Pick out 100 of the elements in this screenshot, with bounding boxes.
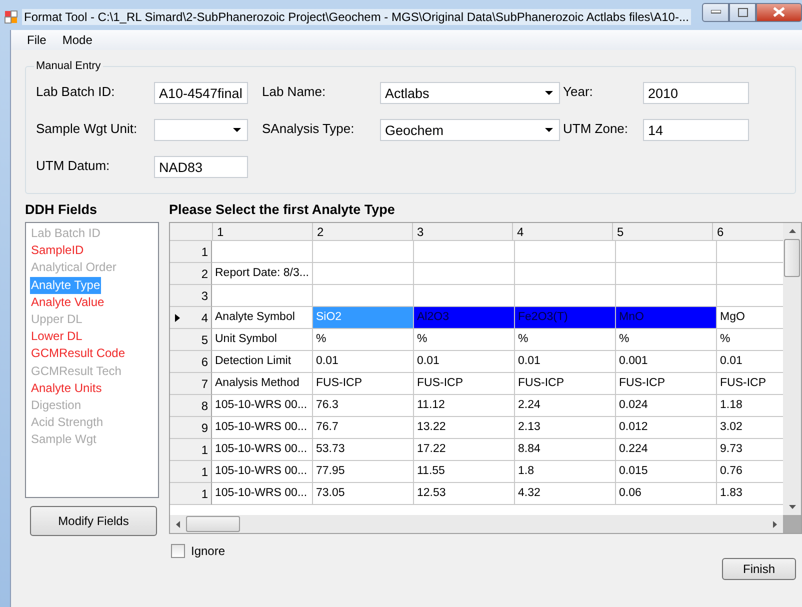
scroll-thumb[interactable] bbox=[186, 516, 240, 532]
column-header[interactable]: 6 bbox=[713, 223, 783, 241]
table-cell[interactable]: 105-10-WRS 00... bbox=[212, 417, 313, 439]
table-cell[interactable]: Unit Symbol bbox=[212, 329, 313, 351]
table-cell[interactable]: 0.024 bbox=[616, 395, 717, 417]
text-field[interactable]: 2010 bbox=[643, 82, 749, 104]
table-cell[interactable] bbox=[212, 241, 313, 263]
table-cell[interactable]: 77.95 bbox=[313, 461, 414, 483]
row-header[interactable]: 1 bbox=[170, 483, 212, 505]
row-header[interactable]: 1 bbox=[170, 439, 212, 461]
table-cell[interactable]: Analyte Symbol bbox=[212, 307, 313, 329]
table-cell[interactable]: % bbox=[313, 329, 414, 351]
menu-item[interactable]: File bbox=[21, 31, 52, 49]
table-cell[interactable]: 0.015 bbox=[616, 461, 717, 483]
table-cell[interactable] bbox=[313, 263, 414, 285]
table-cell[interactable]: 11.12 bbox=[414, 395, 515, 417]
table-cell[interactable]: 0.01 bbox=[414, 351, 515, 373]
table-cell[interactable]: % bbox=[616, 329, 717, 351]
dropdown-field[interactable] bbox=[154, 119, 248, 141]
table-cell[interactable]: 76.7 bbox=[313, 417, 414, 439]
dropdown-field[interactable]: Geochem bbox=[380, 119, 560, 141]
table-cell[interactable]: 13.22 bbox=[414, 417, 515, 439]
row-header[interactable]: 7 bbox=[170, 373, 212, 395]
column-header[interactable]: 1 bbox=[213, 223, 313, 241]
table-cell[interactable]: 53.73 bbox=[313, 439, 414, 461]
list-item[interactable]: SampleID bbox=[30, 242, 85, 260]
table-cell[interactable]: 8.84 bbox=[515, 439, 616, 461]
text-field[interactable]: NAD83 bbox=[154, 156, 248, 178]
table-cell[interactable]: 0.224 bbox=[616, 439, 717, 461]
menu-item[interactable]: Mode bbox=[56, 31, 98, 49]
table-cell[interactable] bbox=[515, 241, 616, 263]
minimize-button[interactable] bbox=[702, 2, 729, 22]
list-item[interactable]: Analyte Value bbox=[30, 294, 106, 311]
list-item[interactable]: GCMResult Code bbox=[30, 345, 126, 362]
table-cell[interactable]: 4.32 bbox=[515, 483, 616, 505]
row-header[interactable]: 1 bbox=[170, 461, 212, 483]
table-cell[interactable]: Report Date: 8/3... bbox=[212, 263, 313, 285]
scroll-up-icon[interactable] bbox=[788, 229, 796, 233]
list-item[interactable]: Analyte Units bbox=[30, 380, 103, 397]
table-cell[interactable]: 76.3 bbox=[313, 395, 414, 417]
table-cell[interactable] bbox=[313, 285, 414, 307]
vertical-scrollbar[interactable] bbox=[783, 223, 801, 515]
list-item[interactable]: Lower DL bbox=[30, 328, 84, 346]
dropdown-field[interactable]: Actlabs bbox=[380, 82, 560, 104]
row-header[interactable]: 4 bbox=[170, 307, 212, 329]
row-header[interactable]: 2 bbox=[170, 263, 212, 285]
column-header[interactable]: 4 bbox=[513, 223, 613, 241]
table-cell[interactable]: FUS-ICP bbox=[616, 373, 717, 395]
column-header[interactable]: 3 bbox=[413, 223, 513, 241]
maximize-button[interactable] bbox=[729, 2, 756, 22]
table-cell[interactable]: 2.13 bbox=[515, 417, 616, 439]
table-cell[interactable]: 105-10-WRS 00... bbox=[212, 461, 313, 483]
table-cell[interactable]: Detection Limit bbox=[212, 351, 313, 373]
table-cell[interactable]: 0.012 bbox=[616, 417, 717, 439]
table-cell[interactable] bbox=[414, 241, 515, 263]
table-cell[interactable]: 0.01 bbox=[313, 351, 414, 373]
table-cell[interactable]: Analysis Method bbox=[212, 373, 313, 395]
ignore-checkbox[interactable] bbox=[171, 544, 185, 558]
scroll-down-icon[interactable] bbox=[788, 505, 796, 509]
row-header[interactable]: 6 bbox=[170, 351, 212, 373]
table-cell[interactable] bbox=[515, 263, 616, 285]
table-cell[interactable] bbox=[212, 285, 313, 307]
table-cell[interactable]: FUS-ICP bbox=[313, 373, 414, 395]
row-header[interactable]: 8 bbox=[170, 395, 212, 417]
table-cell[interactable] bbox=[313, 241, 414, 263]
table-cell[interactable] bbox=[414, 263, 515, 285]
scroll-thumb[interactable] bbox=[784, 239, 800, 277]
row-header[interactable]: 5 bbox=[170, 329, 212, 351]
table-cell[interactable]: % bbox=[414, 329, 515, 351]
row-header[interactable]: 1 bbox=[170, 241, 212, 263]
table-cell[interactable]: FUS-ICP bbox=[414, 373, 515, 395]
row-header[interactable]: 3 bbox=[170, 285, 212, 307]
table-cell[interactable]: 11.55 bbox=[414, 461, 515, 483]
table-cell[interactable] bbox=[616, 263, 717, 285]
scroll-left-icon[interactable] bbox=[176, 520, 180, 528]
table-cell[interactable]: 12.53 bbox=[414, 483, 515, 505]
horizontal-scrollbar[interactable] bbox=[170, 515, 783, 533]
table-cell[interactable]: 2.24 bbox=[515, 395, 616, 417]
table-cell[interactable] bbox=[616, 285, 717, 307]
finish-button[interactable]: Finish bbox=[722, 558, 796, 580]
table-cell[interactable]: 105-10-WRS 00... bbox=[212, 439, 313, 461]
column-header[interactable]: 5 bbox=[613, 223, 713, 241]
header-corner[interactable] bbox=[170, 223, 213, 241]
column-header[interactable]: 2 bbox=[313, 223, 413, 241]
table-cell[interactable]: 73.05 bbox=[313, 483, 414, 505]
table-cell[interactable] bbox=[414, 285, 515, 307]
table-cell[interactable]: 105-10-WRS 00... bbox=[212, 395, 313, 417]
table-cell[interactable] bbox=[515, 285, 616, 307]
table-cell[interactable]: 0.01 bbox=[515, 351, 616, 373]
table-cell[interactable]: 1.8 bbox=[515, 461, 616, 483]
table-cell[interactable] bbox=[616, 241, 717, 263]
table-cell[interactable]: 105-10-WRS 00... bbox=[212, 483, 313, 505]
modify-fields-button[interactable]: Modify Fields bbox=[30, 506, 157, 536]
row-header[interactable]: 9 bbox=[170, 417, 212, 439]
close-button[interactable] bbox=[756, 2, 802, 22]
text-field[interactable]: A10-4547final bbox=[154, 82, 248, 104]
table-cell[interactable]: 0.001 bbox=[616, 351, 717, 373]
table-cell[interactable]: 17.22 bbox=[414, 439, 515, 461]
table-cell[interactable]: 0.06 bbox=[616, 483, 717, 505]
scroll-right-icon[interactable] bbox=[773, 520, 777, 528]
